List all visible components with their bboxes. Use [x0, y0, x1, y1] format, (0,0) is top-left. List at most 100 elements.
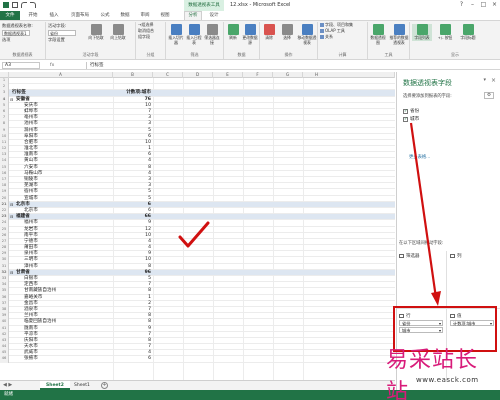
- row-label[interactable]: 莆田市: [24, 245, 38, 250]
- relationships-button[interactable]: 关系: [318, 34, 367, 40]
- row-label[interactable]: 宁德市: [24, 239, 38, 244]
- save-icon[interactable]: [12, 2, 18, 8]
- row-label[interactable]: 临夏回族自治州: [24, 319, 56, 324]
- collapse-icon[interactable]: ⊟: [10, 202, 13, 207]
- tab-file[interactable]: 文件: [0, 11, 20, 20]
- tab-view[interactable]: 视图: [157, 11, 173, 20]
- worksheet-grid[interactable]: A B C D E F G H 1 2 3 行标签 计数项:城市 4 ⊟ 安徽省 76…: [0, 72, 395, 380]
- sheet-nav-arrows[interactable]: ◀ ▶: [3, 382, 12, 388]
- row-label[interactable]: 淮南市: [24, 152, 38, 157]
- refresh-button[interactable]: 刷新: [225, 24, 241, 41]
- row-label[interactable]: 北京市: [16, 202, 30, 207]
- tab-home[interactable]: 开始: [24, 11, 42, 20]
- row-count[interactable]: 5: [113, 196, 151, 201]
- row-label[interactable]: 蚌埠市: [24, 109, 38, 114]
- row-count[interactable]: 6: [113, 202, 151, 207]
- tab-formulas[interactable]: 公式: [97, 11, 113, 20]
- row-count[interactable]: 3: [113, 177, 151, 182]
- row-label[interactable]: 马鞍山市: [24, 171, 42, 176]
- row-label[interactable]: 福州市: [24, 220, 38, 225]
- more-tables-link[interactable]: 更多表格...: [409, 154, 430, 160]
- row-label[interactable]: 白银市: [24, 276, 38, 281]
- row-count[interactable]: 8: [113, 165, 151, 170]
- row-count[interactable]: 9: [113, 220, 151, 225]
- row-label[interactable]: 滁州市: [24, 128, 38, 133]
- row-count[interactable]: 8: [113, 288, 151, 293]
- filter-connections-button[interactable]: 筛选器连接: [204, 24, 220, 45]
- row-label[interactable]: 嘉峪关市: [24, 295, 42, 300]
- move-pivot-button[interactable]: 移动数据透视表: [297, 24, 317, 45]
- row-count[interactable]: 4: [113, 350, 151, 355]
- row-count[interactable]: 7: [113, 332, 151, 337]
- row-count[interactable]: 9: [113, 251, 151, 256]
- tab-design[interactable]: 设计: [206, 11, 222, 20]
- row-label[interactable]: 宣城市: [24, 196, 38, 201]
- row-count[interactable]: 7: [113, 344, 151, 349]
- row-count[interactable]: 8: [113, 338, 151, 343]
- options-button[interactable]: 选项: [0, 36, 45, 43]
- row-label[interactable]: 庆阳市: [24, 338, 38, 343]
- row-count[interactable]: 10: [113, 233, 151, 238]
- collapse-icon[interactable]: ⊟: [10, 214, 13, 219]
- drill-up-button[interactable]: 向上钻取: [110, 24, 126, 41]
- row-label[interactable]: 甘肃省: [16, 270, 30, 275]
- row-count[interactable]: 6: [113, 134, 151, 139]
- row-label[interactable]: 定西市: [24, 282, 38, 287]
- row-count[interactable]: 7: [113, 109, 151, 114]
- redo-icon[interactable]: [30, 2, 36, 8]
- minimize-icon[interactable]: –: [469, 1, 476, 8]
- row-count[interactable]: 6: [113, 208, 151, 213]
- change-source-button[interactable]: 更改数据源: [242, 24, 258, 45]
- row-label[interactable]: 福建省: [16, 214, 30, 219]
- row-label[interactable]: 宿州市: [24, 189, 38, 194]
- row-label[interactable]: 池州市: [24, 121, 38, 126]
- city-row[interactable]: 46 张掖市 6: [0, 356, 395, 363]
- row-label[interactable]: 芜湖市: [24, 183, 38, 188]
- plus-minus-button[interactable]: +/- 按钮: [435, 24, 455, 41]
- row-label[interactable]: 淮北市: [24, 146, 38, 151]
- row-count[interactable]: 96: [113, 270, 151, 275]
- row-label[interactable]: 安庆市: [24, 103, 38, 108]
- row-label[interactable]: 陇南市: [24, 326, 38, 331]
- row-label[interactable]: 武威市: [24, 350, 38, 355]
- row-count[interactable]: 5: [113, 128, 151, 133]
- row-label[interactable]: 安徽省: [16, 97, 30, 102]
- row-label[interactable]: 漳州市: [24, 264, 38, 269]
- insert-slicer-button[interactable]: 插入切片器: [168, 24, 184, 45]
- help-icon[interactable]: ?: [458, 1, 465, 8]
- row-label[interactable]: 天水市: [24, 344, 38, 349]
- row-count[interactable]: 4: [113, 171, 151, 176]
- columns-zone[interactable]: 列: [450, 252, 498, 259]
- row-label[interactable]: 平凉市: [24, 332, 38, 337]
- row-count[interactable]: 10: [113, 257, 151, 262]
- row-count[interactable]: 7: [113, 307, 151, 312]
- maximize-icon[interactable]: □: [480, 1, 487, 8]
- row-label[interactable]: 张掖市: [24, 356, 38, 361]
- count-header[interactable]: 计数项:城市: [113, 90, 151, 95]
- add-sheet-button[interactable]: +: [101, 382, 108, 389]
- field-list-button[interactable]: 字段列表: [412, 24, 432, 41]
- recommended-pivot-button[interactable]: 推荐的数据透视表: [389, 24, 409, 45]
- field-province[interactable]: ✓ 省份: [403, 108, 419, 114]
- row-label[interactable]: 三明市: [24, 257, 38, 262]
- close-icon[interactable]: ×: [491, 1, 498, 8]
- row-count[interactable]: 4: [113, 239, 151, 244]
- row-count[interactable]: 3: [113, 121, 151, 126]
- row-count[interactable]: 12: [113, 227, 151, 232]
- row-count[interactable]: 4: [113, 245, 151, 250]
- clear-button[interactable]: 清除: [261, 24, 277, 41]
- row-labels-header[interactable]: 行标签: [12, 90, 26, 95]
- field-checkbox[interactable]: ✓: [403, 116, 408, 122]
- row-count[interactable]: 6: [113, 356, 151, 361]
- row-label[interactable]: 阜阳市: [24, 134, 38, 139]
- row-count[interactable]: 10: [113, 140, 151, 145]
- panel-close-icon[interactable]: ×: [491, 77, 496, 84]
- gear-icon[interactable]: ⚙: [484, 92, 494, 99]
- fx-icon[interactable]: fx: [50, 62, 54, 69]
- row-count[interactable]: 5: [113, 276, 151, 281]
- row-label[interactable]: 金昌市: [24, 301, 38, 306]
- row-count[interactable]: 9: [113, 326, 151, 331]
- row-count[interactable]: 4: [113, 158, 151, 163]
- undo-icon[interactable]: [21, 2, 27, 8]
- collapse-icon[interactable]: ⊟: [10, 97, 13, 102]
